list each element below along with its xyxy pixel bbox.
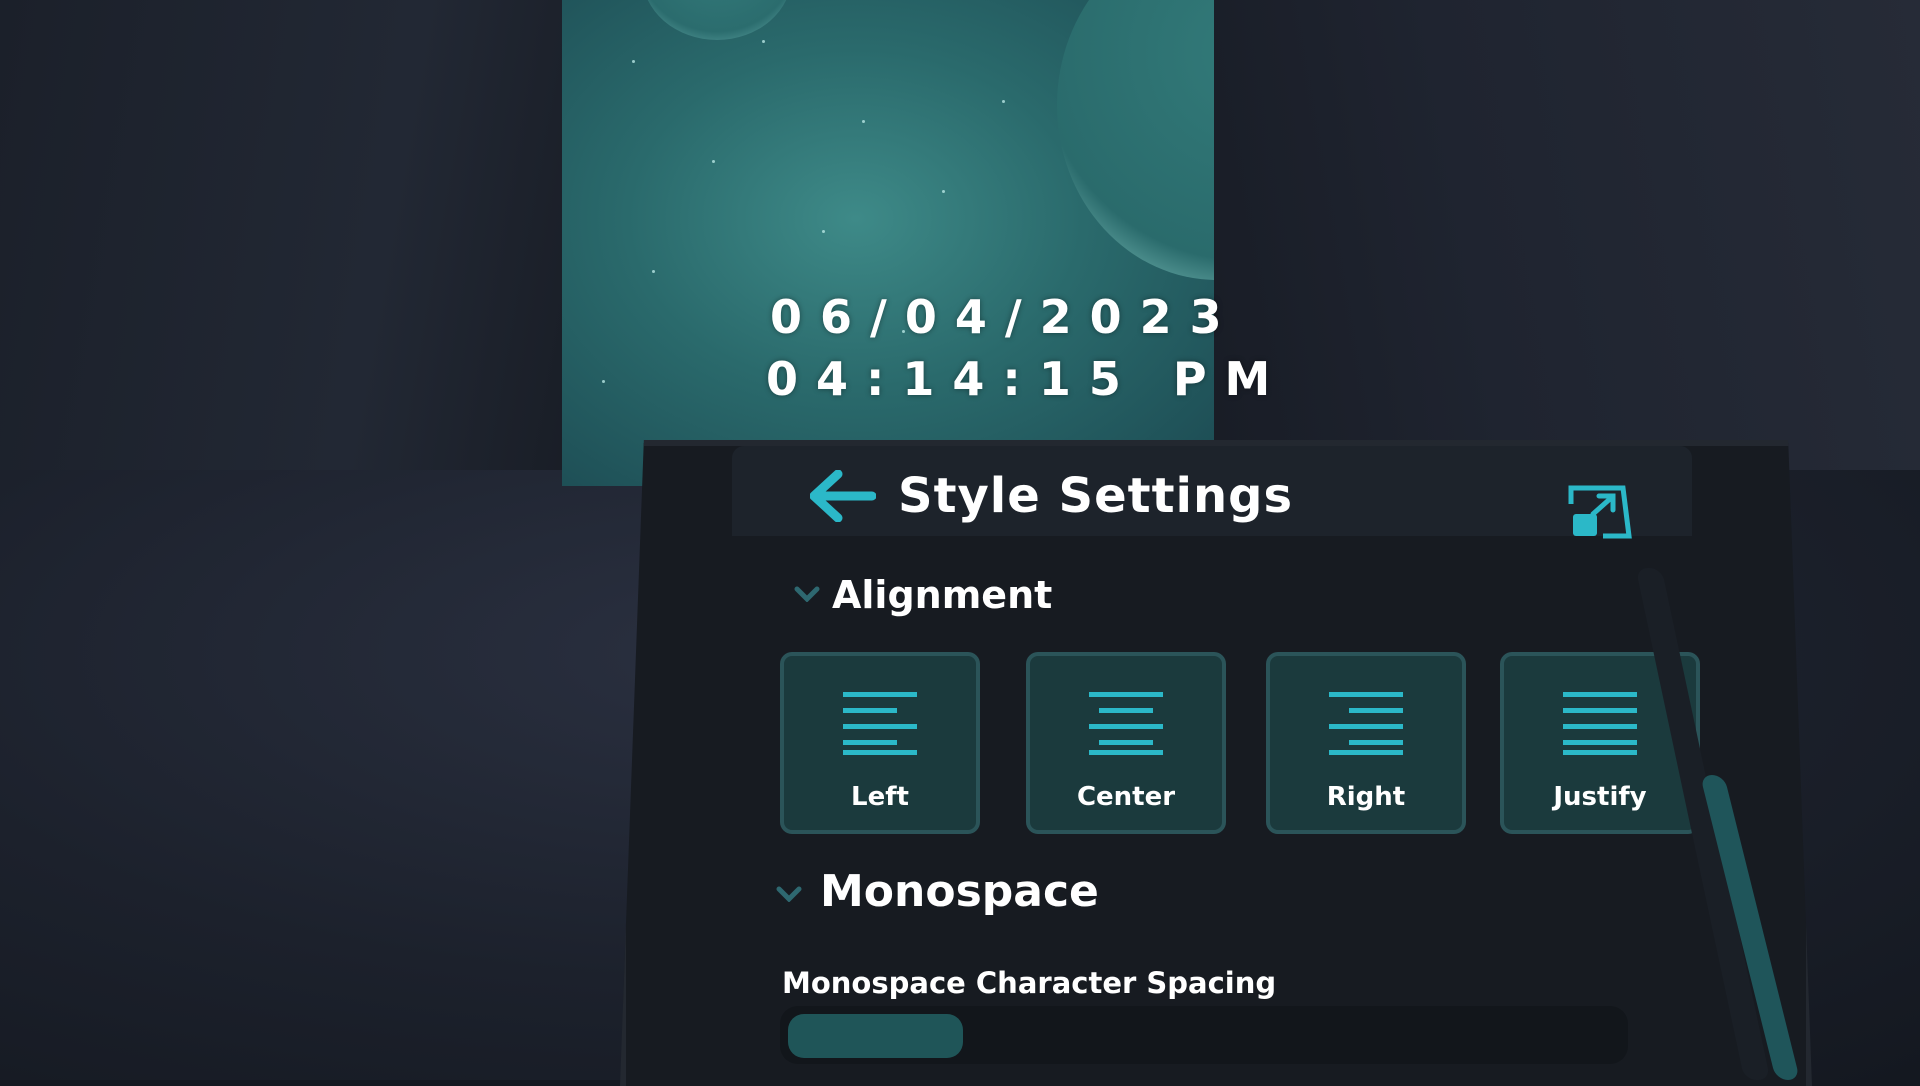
clock-date: 06/04/2023 xyxy=(770,290,1240,344)
align-center-label: Center xyxy=(1076,782,1176,812)
clock-time: 04:14:15 PM xyxy=(766,352,1289,406)
star xyxy=(862,120,865,123)
moon-small xyxy=(642,0,792,40)
sky-window xyxy=(562,0,1214,486)
alignment-section-label: Alignment xyxy=(832,573,1053,617)
align-right-label: Right xyxy=(1326,782,1406,812)
panel-title: Style Settings xyxy=(898,468,1294,524)
star xyxy=(762,40,765,43)
align-center-icon xyxy=(1089,692,1163,755)
star xyxy=(712,160,715,163)
align-justify-icon xyxy=(1563,692,1637,755)
star xyxy=(1002,100,1005,103)
slider-fill xyxy=(788,1014,963,1058)
star xyxy=(632,60,635,63)
align-right-icon xyxy=(1329,692,1403,755)
star xyxy=(942,190,945,193)
arrow-left-icon[interactable] xyxy=(810,470,876,522)
monospace-section-label: Monospace xyxy=(820,866,1099,917)
chevron-down-icon[interactable] xyxy=(794,586,820,602)
align-left-icon xyxy=(843,692,917,755)
chevron-down-icon[interactable] xyxy=(776,886,802,902)
star xyxy=(822,230,825,233)
align-left-label: Left xyxy=(851,782,909,812)
star xyxy=(602,380,605,383)
star xyxy=(652,270,655,273)
align-right-button[interactable]: Right xyxy=(1266,652,1466,834)
monospace-spacing-slider[interactable] xyxy=(780,1006,1628,1064)
align-left-button[interactable]: Left xyxy=(780,652,980,834)
popout-window-icon[interactable] xyxy=(1563,482,1635,540)
align-justify-label: Justify xyxy=(1553,782,1647,812)
monospace-spacing-label: Monospace Character Spacing xyxy=(782,966,1277,1000)
moon-large xyxy=(1057,0,1214,280)
align-center-button[interactable]: Center xyxy=(1026,652,1226,834)
